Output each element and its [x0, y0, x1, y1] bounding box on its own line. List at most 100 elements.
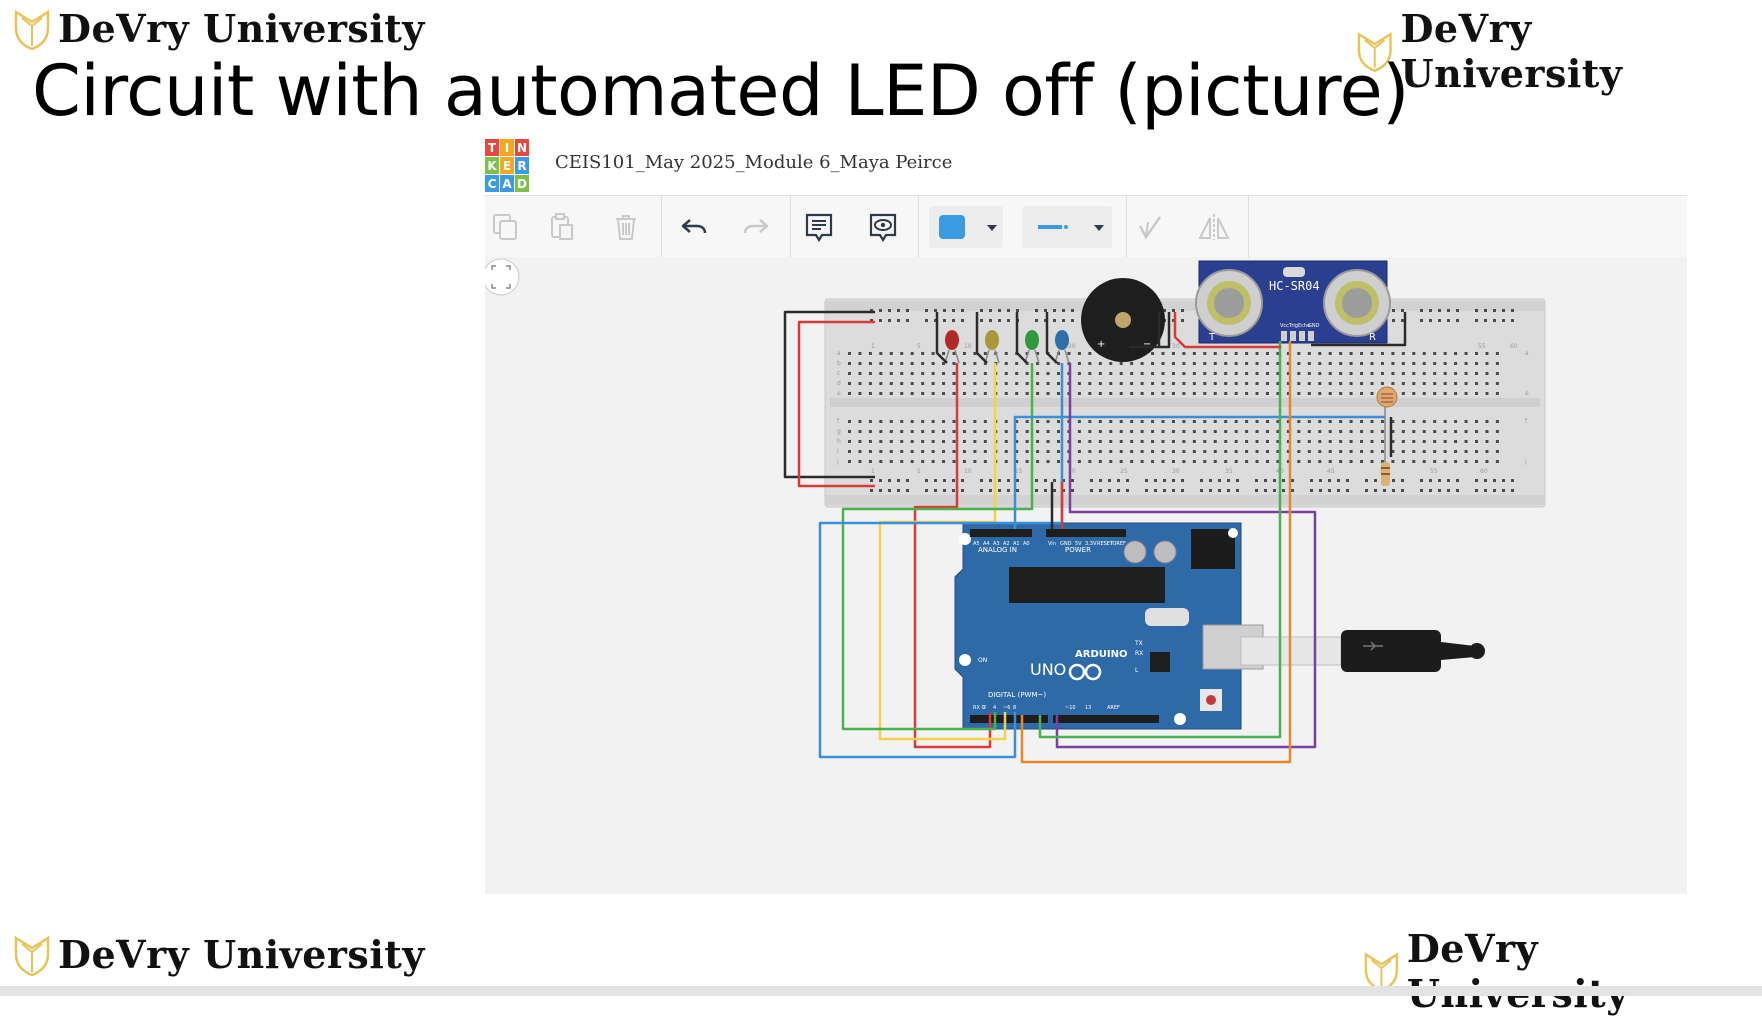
- breadboard-hole: [1140, 372, 1144, 375]
- breadboard-hole: [1328, 440, 1332, 443]
- breadboard-hole: [1192, 382, 1196, 385]
- notes-icon[interactable]: [798, 206, 840, 248]
- breadboard-hole: [1098, 450, 1102, 453]
- arduino-uno-board[interactable]: ANALOG IN POWER DIGITAL (PWM~) ON TX RX …: [954, 522, 1264, 730]
- breadboard-hole: [1391, 460, 1395, 463]
- breadboard-hole: [868, 440, 872, 443]
- breadboard-hole: [1181, 309, 1184, 312]
- breadboard-hole: [1234, 362, 1238, 365]
- breadboard-hole: [1456, 489, 1459, 492]
- flip-disabled-icon[interactable]: [1129, 206, 1171, 248]
- col-label: 5: [917, 343, 921, 350]
- fill-color-picker[interactable]: [929, 206, 1003, 248]
- breadboard[interactable]: a b c d e f g h i j a e f j 1 5 10 20 30…: [824, 298, 1546, 508]
- breadboard-hole: [1077, 382, 1081, 385]
- breadboard-hole: [889, 440, 893, 443]
- breadboard-hole: [1004, 460, 1008, 463]
- breadboard-hole: [983, 440, 987, 443]
- breadboard-hole: [1119, 440, 1123, 443]
- breadboard-hole: [1339, 420, 1343, 423]
- breadboard-hole: [1130, 420, 1134, 423]
- breadboard-hole: [1454, 450, 1458, 453]
- breadboard-hole: [1502, 489, 1505, 492]
- line-style-picker[interactable]: [1022, 206, 1112, 248]
- breadboard-hole: [1151, 392, 1155, 395]
- breadboard-hole: [879, 430, 883, 433]
- photoresistor[interactable]: [1376, 386, 1398, 408]
- row-label: j: [836, 458, 839, 465]
- tinkercad-logo[interactable]: T I N K E R C A D: [485, 139, 529, 193]
- breadboard-hole: [1071, 319, 1074, 322]
- breadboard-hole: [1456, 479, 1459, 482]
- breadboard-hole: [889, 382, 893, 385]
- breadboard-hole: [1161, 372, 1165, 375]
- breadboard-hole: [1245, 372, 1249, 375]
- sensor-pin-label: Trig: [1288, 323, 1298, 329]
- breadboard-hole: [868, 352, 872, 355]
- redo-icon[interactable]: [735, 206, 777, 248]
- breadboard-hole: [952, 372, 956, 375]
- breadboard-hole: [980, 479, 983, 482]
- breadboard-hole: [1255, 489, 1258, 492]
- breadboard-hole: [931, 430, 935, 433]
- breadboard-hole: [1182, 430, 1186, 433]
- devry-logo-bottom-right: DeVry University: [1364, 926, 1762, 1016]
- breadboard-hole: [1036, 460, 1040, 463]
- ultrasonic-sensor[interactable]: HC-SR04 T R Vcc Trig Echo GND: [1195, 260, 1391, 344]
- breadboard-hole: [1255, 392, 1259, 395]
- breadboard-hole: [1485, 440, 1489, 443]
- trash-icon[interactable]: [605, 206, 647, 248]
- paste-icon[interactable]: [541, 206, 583, 248]
- breadboard-hole: [942, 420, 946, 423]
- breadboard-hole: [1098, 430, 1102, 433]
- breadboard-hole: [1412, 430, 1416, 433]
- breadboard-hole: [1203, 392, 1207, 395]
- piezo-buzzer[interactable]: + −: [1081, 278, 1165, 362]
- breadboard-hole: [1236, 489, 1239, 492]
- breadboard-hole: [1307, 460, 1311, 463]
- breadboard-hole: [1109, 440, 1113, 443]
- devry-name: DeVry University: [58, 932, 425, 977]
- breadboard-hole: [1236, 479, 1239, 482]
- breadboard-hole: [1171, 440, 1175, 443]
- mirror-icon[interactable]: [1193, 206, 1235, 248]
- breadboard-hole: [989, 309, 992, 312]
- breadboard-hole: [910, 372, 914, 375]
- breadboard-hole: [1036, 382, 1040, 385]
- breadboard-hole: [1318, 372, 1322, 375]
- breadboard-hole: [1224, 430, 1228, 433]
- buzzer-plus-label: +: [1097, 339, 1105, 350]
- breadboard-hole: [962, 420, 966, 423]
- breadboard-hole: [1266, 440, 1269, 443]
- breadboard-hole: [1007, 309, 1010, 312]
- circuit-canvas[interactable]: a b c d e f g h i j a e f j 1 5 10 20 30…: [485, 257, 1687, 894]
- usb-cable[interactable]: [1240, 630, 1485, 672]
- breadboard-hole: [1255, 420, 1259, 423]
- undo-icon[interactable]: [673, 206, 715, 248]
- fit-view-button[interactable]: [485, 258, 520, 296]
- notes-visibility-icon[interactable]: [862, 206, 904, 248]
- breadboard-hole: [1412, 460, 1416, 463]
- breadboard-hole: [1464, 460, 1468, 463]
- breadboard-hole: [1266, 372, 1269, 375]
- breadboard-hole: [1255, 440, 1259, 443]
- breadboard-hole: [1464, 430, 1468, 433]
- breadboard-hole: [1071, 309, 1074, 312]
- col-label: 1: [871, 343, 875, 350]
- breadboard-hole: [1090, 489, 1093, 492]
- breadboard-hole: [1109, 460, 1113, 463]
- breadboard-hole: [1046, 460, 1050, 463]
- breadboard-hole: [1370, 420, 1374, 423]
- breadboard-hole: [1420, 319, 1423, 322]
- analog-pin-label: A0: [1023, 541, 1030, 547]
- breadboard-hole: [921, 430, 925, 433]
- breadboard-hole: [1046, 420, 1050, 423]
- breadboard-hole: [1077, 460, 1081, 463]
- breadboard-hole: [889, 460, 893, 463]
- breadboard-hole: [1213, 372, 1217, 375]
- breadboard-hole: [1401, 362, 1405, 365]
- breadboard-hole: [1433, 362, 1437, 365]
- copy-icon[interactable]: [485, 206, 527, 248]
- design-title[interactable]: CEIS101_May 2025_Module 6_Maya Peirce: [555, 152, 952, 173]
- breadboard-hole: [1447, 479, 1450, 482]
